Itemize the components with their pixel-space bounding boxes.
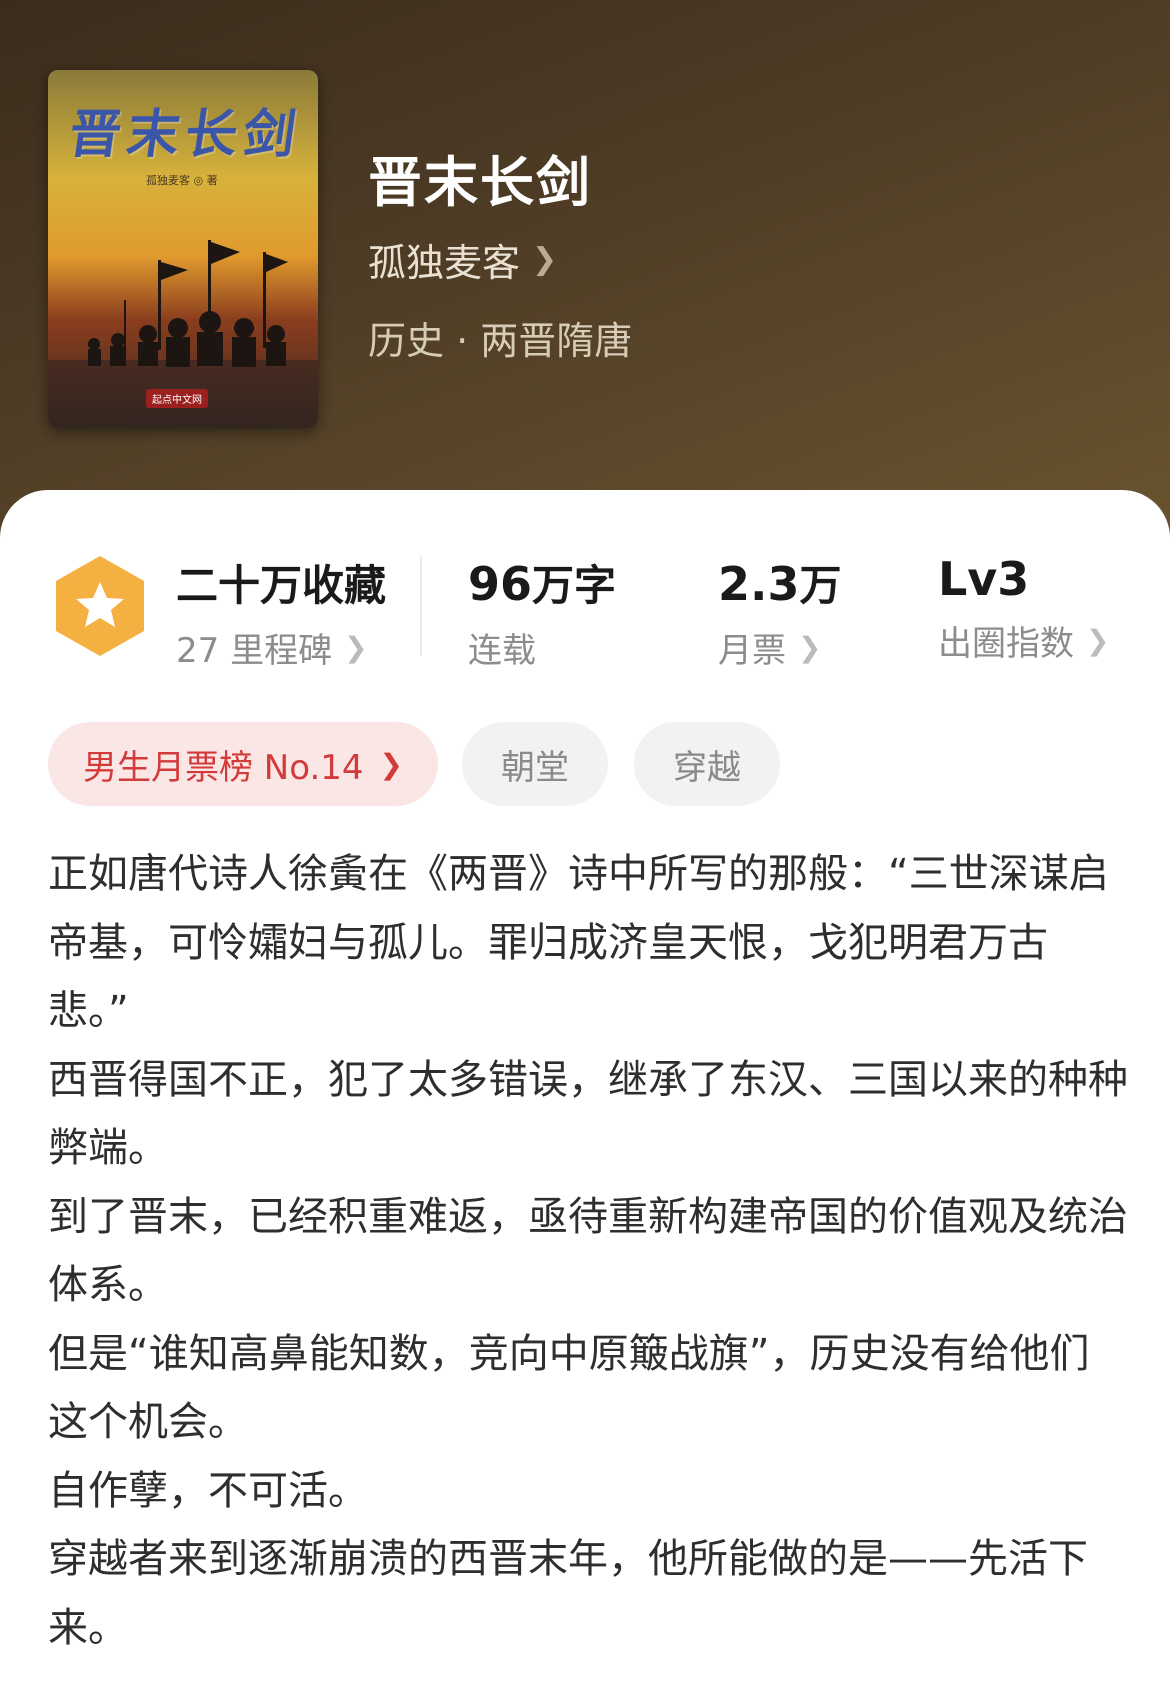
cover-author: 孤独麦客 ◎ 著 — [146, 174, 218, 187]
rank-chip[interactable]: 男生月票榜 No.14 ❯ — [48, 722, 438, 806]
description-paragraph: 但是“谁知高鼻能知数，竞向中原簸战旗”，历史没有给他们这个机会。 — [48, 1330, 1090, 1446]
book-title: 晋末长剑 — [368, 151, 592, 214]
book-description: 正如唐代诗人徐夤在《两晋》诗中所写的那般：“三世深谋启帝基，可怜孀妇与孤儿。罪归… — [48, 840, 1128, 1662]
description-paragraph: 正如唐代诗人徐夤在《两晋》诗中所写的那般：“三世深谋启帝基，可怜孀妇与孤儿。罪归… — [48, 851, 1109, 1034]
star-badge-icon[interactable] — [52, 552, 148, 660]
word-count-number: 96 — [468, 557, 533, 611]
stat-favorites[interactable]: 二十万收藏 27 里程碑 ❯ — [176, 552, 386, 672]
chevron-right-icon: ❯ — [344, 631, 368, 664]
chevron-right-icon: ❯ — [532, 242, 558, 277]
tag-chip-label: 朝堂 — [501, 747, 569, 788]
serial-status: 连载 — [468, 631, 536, 671]
rank-chip-label: 男生月票榜 No.14 — [83, 747, 364, 788]
monthly-votes-unit: 万 — [799, 561, 842, 610]
tag-chip[interactable]: 朝堂 — [462, 722, 608, 806]
chevron-right-icon: ❯ — [379, 747, 403, 781]
description-paragraph: 西晋得国不正，犯了太多错误，继承了东汉、三国以来的种种弊端。 — [48, 1056, 1128, 1172]
genre-label[interactable]: 历史 · 两晋隋唐 — [368, 310, 632, 365]
description-paragraph: 穿越者来到逐渐崩溃的西晋末年，他所能做的是——先活下来。 — [48, 1536, 1088, 1651]
cover-publisher: 起点中文网 — [146, 389, 208, 408]
tag-chip-label: 穿越 — [673, 747, 741, 788]
chevron-right-icon: ❯ — [1086, 624, 1110, 657]
author-link[interactable]: 孤独麦客 ❯ — [368, 232, 557, 287]
book-cover[interactable]: 晋末长剑 孤独麦客 ◎ 著 起点中文网 — [48, 70, 318, 428]
cover-title: 晋末长剑 — [65, 104, 306, 165]
stat-word-count: 96万字 连载 — [468, 552, 616, 672]
level-value: Lv3 — [938, 552, 1030, 606]
stat-monthly-votes[interactable]: 2.3万 月票 ❯ — [718, 552, 842, 672]
tag-chip[interactable]: 穿越 — [634, 722, 780, 806]
milestones-label: 27 里程碑 — [176, 631, 333, 671]
stat-level[interactable]: Lv3 出圈指数 ❯ — [938, 552, 1109, 665]
monthly-votes-label: 月票 — [718, 631, 786, 671]
divider — [420, 556, 422, 656]
book-header: 晋末长剑 孤独麦客 ◎ 著 起点中文网 晋末长剑 孤独麦客 ❯ 历史 · 两晋隋… — [0, 0, 1170, 540]
description-paragraph: 到了晋末，已经积重难返，亟待重新构建帝国的价值观及统治体系。 — [48, 1193, 1128, 1309]
monthly-votes-number: 2.3 — [718, 557, 800, 611]
chevron-right-icon: ❯ — [798, 631, 822, 664]
author-name: 孤独麦客 — [368, 241, 521, 285]
description-paragraph: 自作孽，不可活。 — [48, 1467, 368, 1514]
level-label: 出圈指数 — [938, 624, 1074, 664]
favorites-count: 二十万收藏 — [176, 561, 387, 610]
word-count-unit: 万字 — [532, 561, 617, 610]
